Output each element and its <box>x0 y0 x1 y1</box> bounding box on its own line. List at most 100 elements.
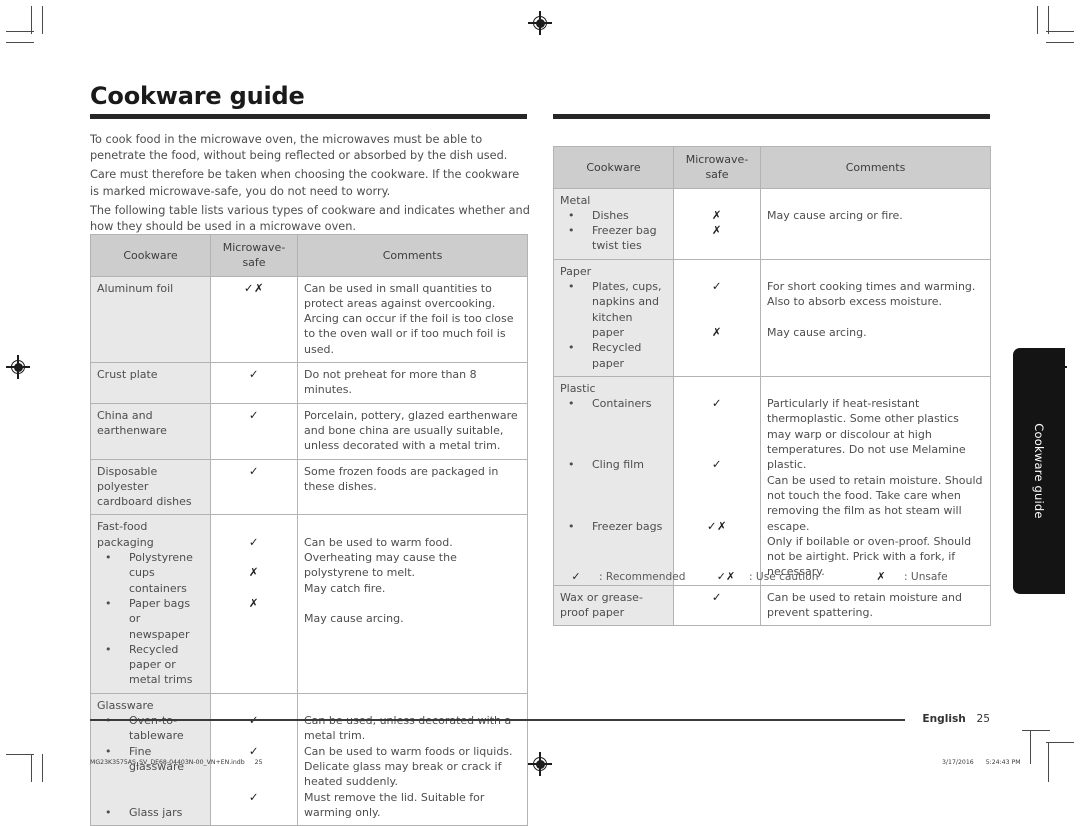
group-comment: Can be used to warm foods or liquids. De… <box>304 744 513 789</box>
safety-mark: ✓✗ <box>243 280 265 295</box>
print-page-number: 25 <box>254 759 263 766</box>
crop-mark-bottom-left-h <box>6 754 34 755</box>
crop-mark-top-left-v <box>31 6 32 34</box>
bullet-icon: • <box>568 280 575 294</box>
bullet-icon: • <box>568 458 575 472</box>
crop-mark-top-left-v2 <box>42 6 43 34</box>
intro-paragraph-2: Care must therefore be taken when choosi… <box>90 168 520 198</box>
safety-mark: ✗ <box>248 565 260 580</box>
table-row: Crust plate ✓ Do not preheat for more th… <box>90 362 528 404</box>
crop-mark-top-left-h2 <box>6 42 34 43</box>
legend-item-recommended: ✓ : Recommended <box>553 570 703 583</box>
crop-mark-top-right-h <box>1046 31 1074 32</box>
bullet-icon: • <box>568 519 575 533</box>
crop-mark-bottom-right-h <box>1046 742 1074 743</box>
crop-mark-bottom-right-h2 <box>1022 730 1050 731</box>
group-item: • Recycled paper or metal trims <box>97 642 204 688</box>
safety-mark: ✗ <box>248 595 260 610</box>
side-tab-label: Cookware guide <box>1032 423 1046 519</box>
safety-mark: ✓ <box>217 713 291 728</box>
group-item-label: Dishes <box>592 208 629 222</box>
group-comment: May cause arcing or fire. <box>767 208 903 222</box>
safety-mark: ✓ <box>711 457 723 472</box>
cell-comment: Some frozen foods are packaged in these … <box>297 458 528 516</box>
table-row-group-plastic: Plastic • Containers • Cling film • Freezer… <box>553 375 991 586</box>
group-comment: Can be used to warm food. Overheating ma… <box>304 535 457 580</box>
cookware-table-right: Cookware Microwave- safe Comments Metal … <box>553 146 991 627</box>
side-tab-cookware-guide: Cookware guide <box>1013 348 1065 594</box>
safety-mark: ✓ <box>248 534 260 549</box>
group-item-label: Polystyrene cups containers <box>129 551 193 595</box>
table-row: Wax or grease-proof paper ✓ Can be used … <box>553 584 991 627</box>
group-heading: Paper <box>560 264 592 278</box>
legend-label: : Recommended <box>599 571 686 583</box>
cell-cookware-group: Metal • Dishes • Freezer bag twist ties <box>553 187 674 260</box>
safety-mark: ✓ <box>248 463 260 478</box>
legend: ✓ : Recommended ✓✗ : Use caution ✗ : Uns… <box>553 570 990 583</box>
group-item-label: Recycled paper or metal trims <box>129 642 193 687</box>
bullet-icon: • <box>105 642 112 656</box>
table-row: China and earthenware ✓ Porcelain, potte… <box>90 402 528 460</box>
bullet-icon: • <box>105 551 112 565</box>
safety-mark: ✓ <box>248 407 260 422</box>
cell-cookware: Wax or grease-proof paper <box>553 584 674 627</box>
legend-item-use-caution: ✓✗ : Use caution <box>703 570 858 583</box>
group-comment: May catch fire. <box>304 581 386 595</box>
column-header-comments: Comments <box>760 146 991 189</box>
cookware-table-left: Cookware Microwave- safe Comments Alumin… <box>90 234 528 826</box>
crop-mark-top-right-v2 <box>1037 6 1038 34</box>
group-item-label: Freezer bag twist ties <box>592 224 657 253</box>
footer-rule <box>90 719 905 721</box>
group-item: •Oven-to-tableware <box>97 713 204 744</box>
bullet-icon: • <box>568 208 575 222</box>
group-item-label: Recycled paper <box>592 341 642 370</box>
microwave-safe-line-1: Microwave- <box>222 241 286 254</box>
crop-mark-top-right-v <box>1048 6 1049 34</box>
cell-comment-group: Particularly if heat-resistant thermopla… <box>760 375 991 586</box>
print-metadata-filename: MG23K3575AS_SV_DE68-04403N-00_VN+EN.indb… <box>90 759 263 766</box>
footer-language: English <box>922 713 966 725</box>
column-header-cookware: Cookware <box>90 234 211 277</box>
cell-comment-group: May cause arcing or fire. <box>760 187 991 260</box>
bullet-icon: • <box>105 744 112 758</box>
cell-safe: ✓ <box>210 402 298 460</box>
cell-safe: ✓ <box>210 458 298 516</box>
table-header-row: Cookware Microwave- safe Comments <box>553 146 991 189</box>
cell-safe-group: ✗ ✗ <box>673 187 761 260</box>
page-title: Cookware guide <box>90 82 305 110</box>
bullet-icon: • <box>568 224 575 238</box>
safety-mark: ✓ <box>248 789 260 804</box>
group-item-label: Glass jars <box>129 805 183 819</box>
manual-page: Cookware guide To cook food in the micro… <box>0 0 1080 826</box>
cross-icon: ✗ <box>876 570 886 583</box>
table-row-group-metal: Metal • Dishes • Freezer bag twist ties ✗ … <box>553 187 991 260</box>
safety-mark: ✓ <box>248 367 260 382</box>
safety-mark: ✗ <box>711 324 723 339</box>
crop-mark-top-right-h2 <box>1046 42 1074 43</box>
print-date: 3/17/2016 <box>942 759 974 766</box>
title-underline-rule <box>90 114 527 119</box>
group-comment: For short cooking times and warming. Als… <box>767 280 976 309</box>
table-header-row: Cookware Microwave- safe Comments <box>90 234 528 277</box>
crop-mark-bottom-left-v2 <box>42 754 43 782</box>
intro-paragraph-3: The following table lists various types … <box>90 203 530 234</box>
crop-mark-bottom-left-v <box>31 754 32 782</box>
table-row: Aluminum foil ✓✗ Can be used in small qu… <box>90 275 528 364</box>
cell-comment-group: Can be used to warm food. Overheating ma… <box>297 514 528 694</box>
